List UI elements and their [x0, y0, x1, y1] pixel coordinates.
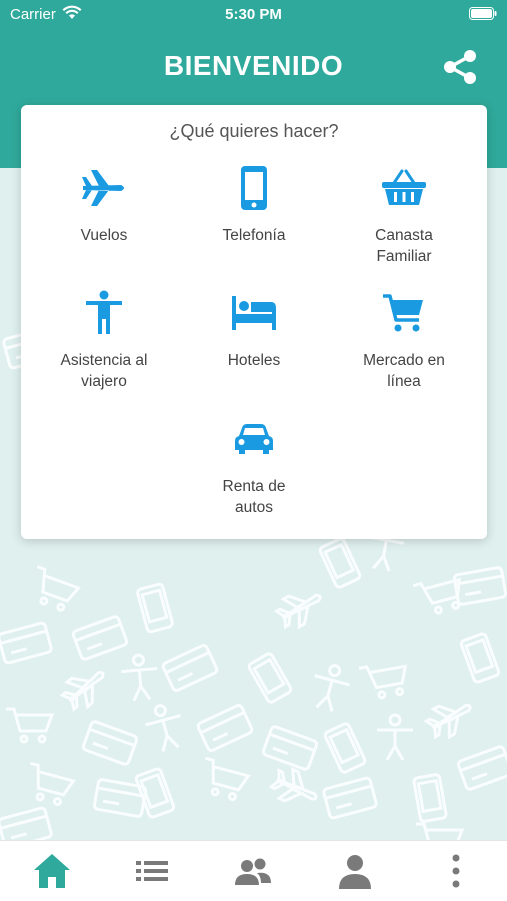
share-icon[interactable]: [441, 48, 479, 86]
bed-icon: [232, 296, 276, 330]
menu-item-label: Vuelos: [80, 227, 128, 244]
group-icon[interactable]: [233, 851, 273, 891]
airplane-icon: [82, 170, 124, 206]
page-title: BIENVENIDO: [163, 50, 344, 81]
cart-icon: [383, 294, 423, 332]
menu-item-label: Telefonía: [222, 227, 286, 244]
battery-icon: [469, 7, 497, 20]
card-question: ¿Qué quieres hacer?: [169, 121, 339, 141]
clock: 5:30 PM: [225, 6, 282, 23]
home-icon[interactable]: [32, 851, 72, 891]
menu-item-label: Renta de autos: [222, 478, 286, 516]
bottom-tab-bar: [0, 840, 507, 901]
menu-item-label: Canasta Familiar: [375, 227, 433, 265]
menu-item-asistencia[interactable]: Asistencia al viajero: [29, 288, 179, 392]
more-icon[interactable]: [436, 851, 476, 891]
menu-item-label: Hoteles: [227, 352, 281, 369]
car-icon: [235, 424, 273, 454]
menu-item-telefonia[interactable]: Telefonía: [179, 163, 329, 246]
menu-item-label: Mercado en línea: [363, 352, 445, 390]
menu-item-canasta[interactable]: Canasta Familiar: [329, 163, 479, 267]
user-icon[interactable]: [335, 851, 375, 891]
basket-icon: [382, 169, 426, 205]
phone-icon: [241, 166, 267, 210]
menu-item-mercado[interactable]: Mercado en línea: [329, 288, 479, 392]
services-card: ¿Qué quieres hacer? Vuelos Telefonía Can…: [21, 105, 487, 539]
menu-item-hoteles[interactable]: Hoteles: [179, 288, 329, 371]
list-icon[interactable]: [132, 851, 172, 891]
menu-item-label: Asistencia al viajero: [60, 352, 148, 390]
person-icon: [86, 290, 122, 334]
status-bar: Carrier 5:30 PM: [0, 0, 507, 28]
menu-item-renta-autos[interactable]: Renta de autos: [179, 414, 329, 518]
menu-item-vuelos[interactable]: Vuelos: [29, 163, 179, 246]
